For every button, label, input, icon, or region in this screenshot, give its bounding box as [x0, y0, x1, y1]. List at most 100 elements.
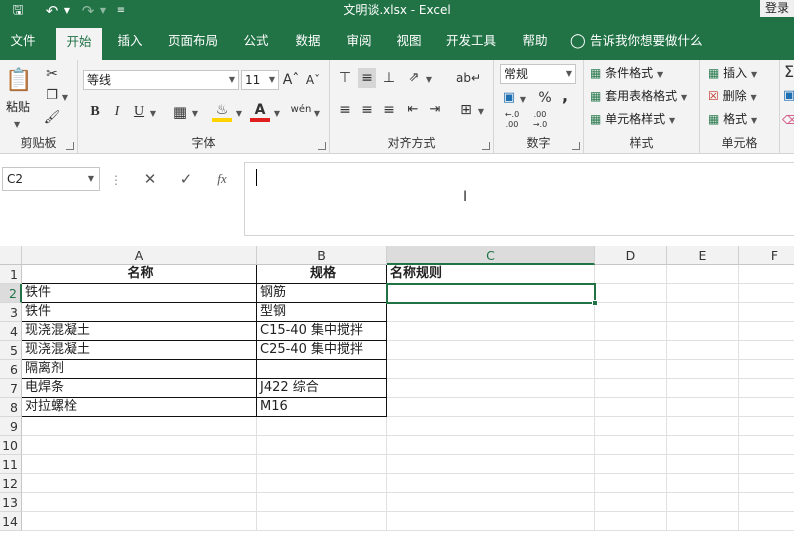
tab-help[interactable]: 帮助 [516, 22, 554, 60]
empty-cell[interactable] [595, 417, 667, 436]
paste-dropdown-icon[interactable]: ▼ [14, 114, 20, 134]
tab-formulas[interactable]: 公式 [236, 22, 276, 60]
row-header-4[interactable]: 4 [0, 322, 22, 341]
cell-B3[interactable]: 型钢 [257, 303, 387, 322]
align-left-icon[interactable]: ≡ [336, 100, 354, 120]
row-header-14[interactable]: 14 [0, 512, 22, 531]
row-header-12[interactable]: 12 [0, 474, 22, 493]
empty-cell[interactable] [22, 512, 257, 531]
empty-cell[interactable] [739, 493, 794, 512]
empty-cell[interactable] [739, 265, 794, 284]
empty-cell[interactable] [667, 436, 739, 455]
empty-cell[interactable] [739, 379, 794, 398]
empty-cell[interactable] [739, 436, 794, 455]
tab-data[interactable]: 数据 [288, 22, 328, 60]
row-header-1[interactable]: 1 [0, 265, 22, 284]
column-header-E[interactable]: E [667, 246, 739, 265]
tab-review[interactable]: 审阅 [340, 22, 378, 60]
select-all-corner[interactable] [0, 246, 22, 265]
cell-C6[interactable] [387, 360, 595, 379]
empty-cell[interactable] [595, 379, 667, 398]
empty-cell[interactable] [257, 493, 387, 512]
empty-cell[interactable] [667, 341, 739, 360]
comma-style-button[interactable]: , [558, 86, 572, 106]
cell-B7[interactable]: J422 综合 [257, 379, 387, 398]
cell-B8[interactable]: M16 [257, 398, 387, 417]
cell-A2[interactable]: 铁件 [22, 284, 257, 303]
cell-B4[interactable]: C15-40 集中搅拌 [257, 322, 387, 341]
empty-cell[interactable] [387, 493, 595, 512]
borders-dropdown-icon[interactable]: ▼ [190, 102, 200, 122]
formula-bar-grip-icon[interactable]: ⋮ [110, 170, 122, 190]
decrease-indent-icon[interactable]: ⇤ [404, 100, 422, 120]
font-name-select[interactable]: 等线 ▼ [83, 70, 239, 90]
decrease-decimal-icon[interactable]: .00 →.0 [528, 110, 552, 130]
grow-font-icon[interactable]: Aˆ [282, 70, 300, 90]
empty-cell[interactable] [257, 417, 387, 436]
empty-cell[interactable] [257, 455, 387, 474]
empty-cell[interactable] [667, 455, 739, 474]
bold-button[interactable]: B [86, 102, 104, 122]
confirm-entry-icon[interactable]: ✓ [176, 169, 196, 189]
empty-cell[interactable] [595, 512, 667, 531]
format-painter-icon[interactable]: 🖌 [42, 108, 62, 128]
merge-dropdown-icon[interactable]: ▼ [476, 100, 486, 120]
tell-me-search[interactable]: 告诉我你想要做什么 [590, 22, 710, 60]
cell-A3[interactable]: 铁件 [22, 303, 257, 322]
tab-file[interactable]: 文件 [0, 22, 46, 60]
empty-cell[interactable] [667, 322, 739, 341]
empty-cell[interactable] [667, 493, 739, 512]
empty-cell[interactable] [387, 436, 595, 455]
empty-cell[interactable] [667, 474, 739, 493]
copy-dropdown-icon[interactable]: ▼ [60, 86, 70, 106]
font-launcher-icon[interactable] [318, 142, 326, 150]
fill-color-dropdown-icon[interactable]: ▼ [234, 102, 244, 122]
cell-C1[interactable]: 名称规则 [387, 265, 595, 284]
empty-cell[interactable] [739, 455, 794, 474]
empty-cell[interactable] [595, 398, 667, 417]
percent-style-button[interactable]: % [536, 88, 554, 108]
empty-cell[interactable] [595, 474, 667, 493]
empty-cell[interactable] [667, 284, 739, 303]
empty-cell[interactable] [667, 360, 739, 379]
tab-insert[interactable]: 插入 [110, 22, 150, 60]
format-cells-button[interactable]: ▦ 格式 ▼ [708, 110, 757, 130]
cut-icon[interactable]: ✂ [42, 64, 62, 84]
cell-styles-button[interactable]: ▦ 单元格样式 ▼ [590, 110, 675, 130]
align-top-icon[interactable]: ⊤ [336, 68, 354, 88]
tab-home[interactable]: 开始 [56, 28, 102, 60]
empty-cell[interactable] [387, 417, 595, 436]
cell-C2[interactable] [387, 284, 595, 303]
align-bottom-icon[interactable]: ⊥ [380, 68, 398, 88]
align-center-icon[interactable]: ≡ [358, 100, 376, 120]
fill-icon[interactable]: ▣ [782, 86, 794, 106]
increase-indent-icon[interactable]: ⇥ [426, 100, 444, 120]
cell-C5[interactable] [387, 341, 595, 360]
empty-cell[interactable] [595, 455, 667, 474]
cell-A4[interactable]: 现浇混凝土 [22, 322, 257, 341]
empty-cell[interactable] [595, 322, 667, 341]
row-header-7[interactable]: 7 [0, 379, 22, 398]
formula-input[interactable]: I [244, 162, 794, 236]
empty-cell[interactable] [739, 512, 794, 531]
empty-cell[interactable] [667, 379, 739, 398]
row-header-6[interactable]: 6 [0, 360, 22, 379]
phonetic-guide-icon[interactable]: wén [290, 100, 312, 120]
empty-cell[interactable] [667, 265, 739, 284]
empty-cell[interactable] [739, 322, 794, 341]
empty-cell[interactable] [739, 474, 794, 493]
empty-cell[interactable] [739, 398, 794, 417]
number-format-select[interactable]: 常规 ▼ [500, 64, 576, 84]
cell-A1[interactable]: 名称 [22, 265, 257, 284]
column-header-A[interactable]: A [22, 246, 257, 265]
merge-center-icon[interactable]: ⊞ [456, 100, 476, 120]
autosum-icon[interactable]: Σ [782, 62, 794, 82]
empty-cell[interactable] [387, 512, 595, 531]
conditional-formatting-button[interactable]: ▦ 条件格式 ▼ [590, 64, 663, 84]
row-header-9[interactable]: 9 [0, 417, 22, 436]
borders-icon[interactable]: ▦ [170, 102, 190, 122]
clear-icon[interactable]: ⌫ [782, 110, 794, 130]
empty-cell[interactable] [739, 360, 794, 379]
cell-A7[interactable]: 电焊条 [22, 379, 257, 398]
row-header-8[interactable]: 8 [0, 398, 22, 417]
